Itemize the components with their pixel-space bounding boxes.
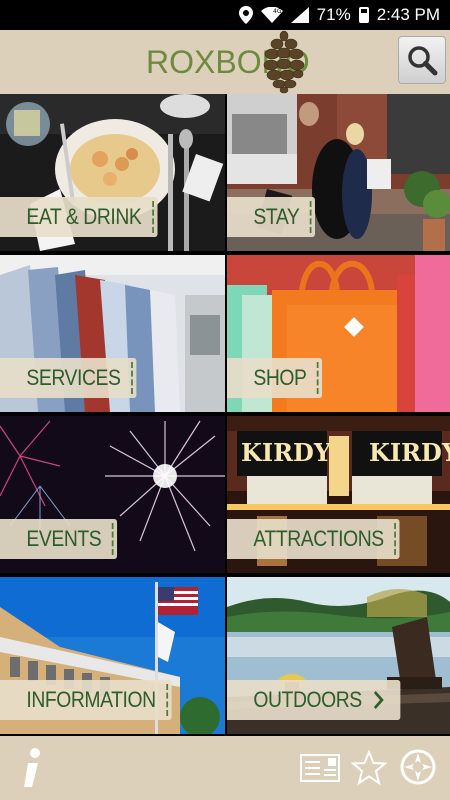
tile-eat-drink[interactable]: EAT & DRINK <box>0 94 225 251</box>
svg-text:KIRDY: KIRDY <box>369 438 450 467</box>
favorites-button[interactable] <box>350 749 388 791</box>
svg-text:KIRDY: KIRDY <box>241 438 332 467</box>
location-icon <box>238 6 253 24</box>
search-icon <box>408 46 438 76</box>
bottom-toolbar <box>0 736 450 800</box>
compass-icon <box>400 749 436 785</box>
wifi-icon: 4G <box>260 7 283 23</box>
battery-icon <box>358 7 369 23</box>
postcard-icon <box>300 754 340 782</box>
tile-label: EAT & DRINK <box>0 197 158 237</box>
info-icon <box>24 748 40 787</box>
tile-label: SERVICES <box>0 358 137 398</box>
postcard-button[interactable] <box>300 754 340 787</box>
pinecone-logo-icon <box>263 30 305 94</box>
battery-percent: 71% <box>316 5 351 24</box>
tile-services[interactable]: SERVICES <box>0 255 225 412</box>
category-grid: EAT & DRINK STAY SERVICES SHOP EVENTS KI… <box>0 94 450 736</box>
tile-label: OUTDOORS <box>227 680 401 720</box>
status-bar: 4G 71% 2:43 PM <box>0 0 450 30</box>
tile-stay[interactable]: STAY <box>227 94 450 251</box>
compass-button[interactable] <box>399 748 437 791</box>
tile-outdoors[interactable]: OUTDOORS <box>227 577 450 734</box>
tile-label: INFORMATION <box>0 680 172 720</box>
signal-icon <box>290 7 309 23</box>
tile-label: SHOP <box>227 358 323 398</box>
tile-shop[interactable]: SHOP <box>227 255 450 412</box>
clock: 2:43 PM <box>376 5 440 24</box>
chevron-right-icon <box>374 690 384 710</box>
tile-label: EVENTS <box>0 519 118 559</box>
star-icon <box>350 749 388 786</box>
info-button[interactable] <box>18 744 48 794</box>
tile-information[interactable]: INFORMATION <box>0 577 225 734</box>
tile-events[interactable]: EVENTS <box>0 416 225 573</box>
search-button[interactable] <box>398 36 446 84</box>
tile-label: STAY <box>227 197 316 237</box>
app-header: ROXBORO <box>0 30 450 94</box>
tile-label: ATTRACTIONS <box>227 519 400 559</box>
tile-attractions[interactable]: KIRDY KIRDY ATTRACTIONS <box>227 416 450 573</box>
svg-text:4G: 4G <box>273 8 282 15</box>
